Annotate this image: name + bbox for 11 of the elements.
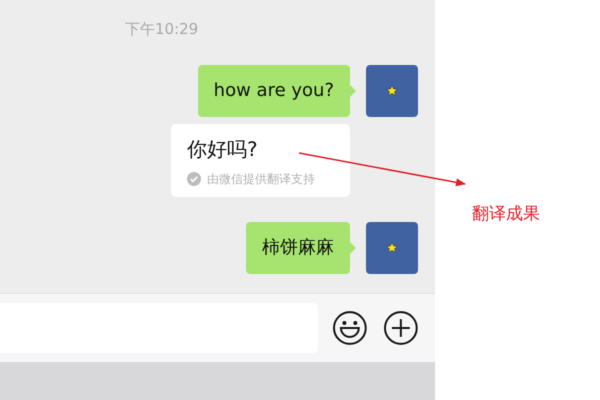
check-icon xyxy=(187,172,201,186)
emoji-icon[interactable] xyxy=(332,310,368,346)
translated-text: 你好吗? xyxy=(187,136,258,163)
avatar-icon[interactable] xyxy=(366,222,418,274)
avatar-icon[interactable] xyxy=(366,65,418,117)
annotation-label: 翻译成果 xyxy=(472,203,540,225)
plus-icon[interactable] xyxy=(383,310,419,346)
message-bubble: 柿饼麻麻 xyxy=(246,222,356,274)
message-bubble: how are you? xyxy=(198,65,356,117)
translation-note: 由微信提供翻译支持 xyxy=(207,171,315,187)
timestamp: 下午10:29 xyxy=(125,19,198,39)
